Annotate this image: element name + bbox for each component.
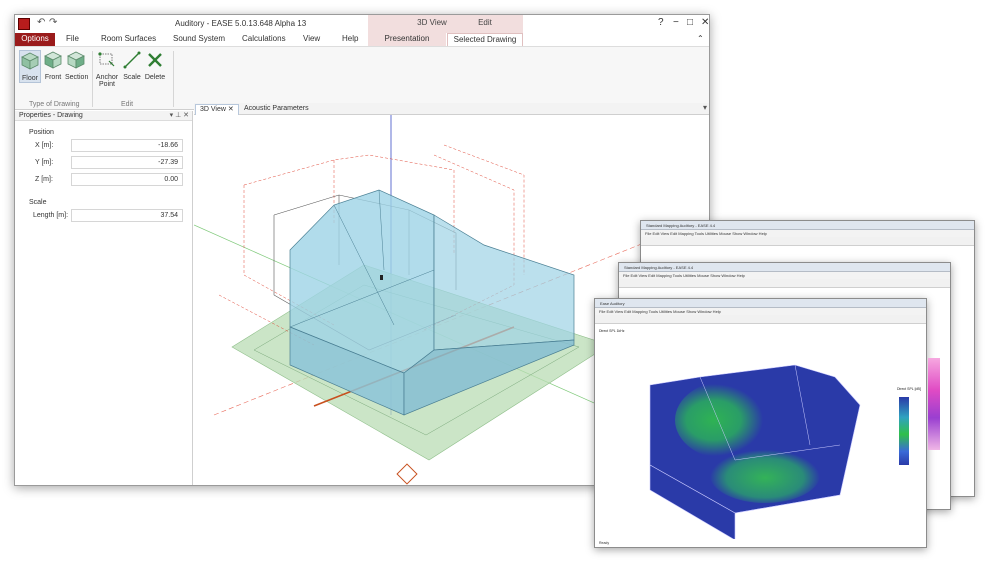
- length-field-row: Length [m]: 37.54: [15, 208, 192, 223]
- scale-section-label: Scale: [29, 199, 47, 206]
- ribbon-tab-row: Options File Room Surfaces Sound System …: [15, 33, 709, 46]
- tab-help[interactable]: Help: [342, 34, 358, 43]
- tab-close-icon[interactable]: ✕: [228, 106, 234, 113]
- mapping-window-back-title: Standard Mapping Auditory - EASE 4.4: [641, 221, 974, 230]
- tab-presentation[interactable]: Presentation: [368, 33, 446, 46]
- front-cube-icon: [44, 51, 62, 69]
- tab-sound-system[interactable]: Sound System: [173, 34, 225, 43]
- x-field[interactable]: -18.66: [71, 139, 183, 152]
- maximize-icon[interactable]: □: [687, 17, 693, 28]
- title-bar: ↶ ↷ Auditory - EASE 5.0.13.648 Alpha 13 …: [15, 15, 709, 33]
- ribbon-collapse-icon[interactable]: ⌃: [697, 34, 704, 43]
- help-question-icon[interactable]: ?: [658, 17, 664, 28]
- tab-3d-view[interactable]: 3D View ✕: [195, 104, 239, 115]
- mapping-window-middle-toolbar[interactable]: [619, 279, 950, 288]
- z-field-label: Z [m]:: [35, 176, 53, 183]
- tab-file[interactable]: File: [66, 34, 79, 43]
- delete-x-icon: [148, 53, 162, 67]
- legend-label: Direct SPL [dB]: [897, 387, 921, 391]
- mapping-status-bar: Ready: [599, 541, 610, 545]
- delete-button-label: Delete: [144, 74, 166, 81]
- minimize-icon[interactable]: −: [673, 17, 679, 28]
- undo-icon[interactable]: ↶: [37, 17, 45, 28]
- tab-selected-drawing[interactable]: Selected Drawing: [447, 33, 523, 46]
- delete-button[interactable]: Delete: [143, 50, 167, 81]
- tab-list-dropdown-icon[interactable]: ▾: [703, 103, 707, 112]
- y-field-row: Y [m]: -27.39: [15, 155, 192, 170]
- app-logo-icon: [18, 18, 30, 30]
- tab-room-surfaces[interactable]: Room Surfaces: [101, 34, 156, 43]
- section-button-label: Section: [65, 74, 89, 81]
- z-field-row: Z [m]: 0.00: [15, 172, 192, 187]
- properties-panel: Properties - Drawing ▾ ⊥ ✕ Position X [m…: [15, 111, 193, 485]
- spl-color-legend: [899, 397, 909, 465]
- length-field-label: Length [m]:: [33, 212, 69, 219]
- mapping-window-front-title: Ease Auditory: [595, 299, 926, 308]
- tab-calculations[interactable]: Calculations: [242, 34, 286, 43]
- anchor-point-button-label: Anchor Point: [95, 74, 119, 88]
- ribbon-separator: [92, 51, 93, 107]
- tab-3d-view-label: 3D View: [200, 106, 226, 113]
- mapping-window-front: Ease Auditory File Edit View Edit Mappin…: [594, 298, 927, 548]
- context-group-edit: Edit: [447, 15, 523, 33]
- floor-button[interactable]: Floor: [19, 50, 41, 83]
- anchor-point-icon: [98, 52, 115, 67]
- panel-pin-close-icons[interactable]: ▾ ⊥ ✕: [170, 111, 189, 121]
- ribbon: Floor Front Section Anchor Point Scale D…: [15, 46, 709, 110]
- close-icon[interactable]: ✕: [701, 17, 709, 28]
- redo-icon[interactable]: ↷: [49, 17, 57, 28]
- mapping-window-back-menu[interactable]: File Edit View Edit Mapping Tools Utilit…: [641, 230, 974, 237]
- spl-mapping-plot: [649, 364, 861, 539]
- properties-panel-title: Properties - Drawing: [19, 112, 83, 119]
- position-section-label: Position: [29, 129, 54, 136]
- ribbon-separator: [173, 51, 174, 107]
- section-button[interactable]: Section: [65, 50, 89, 81]
- group-label-edit: Edit: [121, 101, 134, 108]
- section-cube-icon: [67, 51, 85, 69]
- back-window-color-legend: [928, 358, 940, 450]
- front-button[interactable]: Front: [42, 50, 64, 81]
- z-field[interactable]: 0.00: [71, 173, 183, 186]
- tab-view[interactable]: View: [303, 34, 320, 43]
- document-tabs: 3D View ✕ Acoustic Parameters ▾: [194, 103, 709, 115]
- tab-options[interactable]: Options: [15, 33, 55, 46]
- mapping-window-middle-menu[interactable]: File Edit View Edit Mapping Tools Utilit…: [619, 272, 950, 279]
- mapping-window-back-toolbar[interactable]: [641, 237, 974, 246]
- group-label-type-of-drawing: Type of Drawing: [29, 101, 80, 108]
- properties-panel-header: Properties - Drawing ▾ ⊥ ✕: [15, 111, 192, 121]
- anchor-point-button[interactable]: Anchor Point: [95, 50, 119, 88]
- x-field-label: X [m]:: [35, 142, 54, 149]
- mapping-window-front-menu[interactable]: File Edit View Edit Mapping Tools Utilit…: [595, 308, 926, 315]
- anchor-point-marker[interactable]: [396, 463, 418, 485]
- tab-acoustic-parameters[interactable]: Acoustic Parameters: [240, 104, 313, 115]
- y-field-label: Y [m]:: [35, 159, 54, 166]
- mapping-window-front-toolbar[interactable]: [595, 315, 926, 324]
- x-field-row: X [m]: -18.66: [15, 138, 192, 153]
- length-field[interactable]: 37.54: [71, 209, 183, 222]
- scale-button[interactable]: Scale: [121, 50, 143, 81]
- floor-button-label: Floor: [22, 75, 38, 82]
- mapping-window-middle-title: Standard Mapping Auditory - EASE 4.4: [619, 263, 950, 272]
- front-button-label: Front: [44, 74, 62, 81]
- scale-icon: [123, 51, 141, 69]
- mid-spl-zone: [710, 447, 820, 503]
- floor-cube-icon: [21, 52, 39, 70]
- scale-button-label: Scale: [123, 74, 141, 81]
- y-field[interactable]: -27.39: [71, 156, 183, 169]
- window-title: Auditory - EASE 5.0.13.648 Alpha 13: [175, 19, 307, 28]
